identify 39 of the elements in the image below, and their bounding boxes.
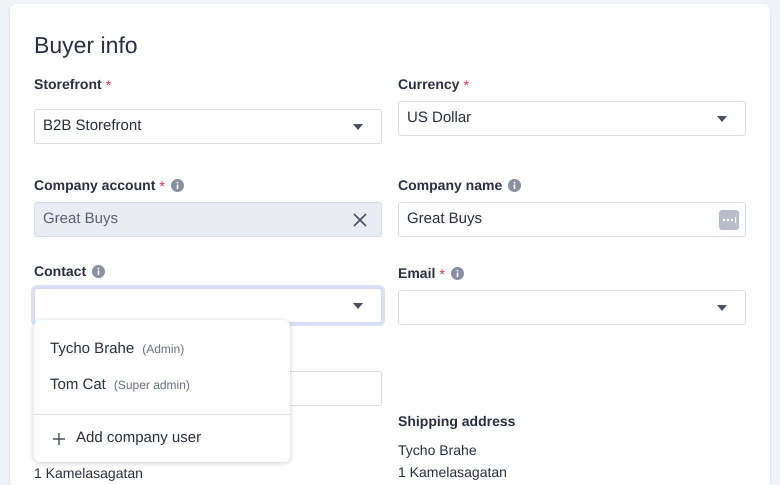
address-line: Tycho Brahe [398, 441, 478, 460]
info-icon [508, 178, 522, 192]
caret-icon [353, 124, 363, 130]
select-field[interactable]: US Dollar [398, 101, 746, 136]
contact-name: Tycho Brahe [50, 338, 134, 359]
add-user-button[interactable]: Add company user [34, 414, 290, 462]
required-mark: * [439, 265, 445, 284]
required-mark: * [159, 177, 165, 196]
caret-icon [717, 304, 727, 310]
contact-name: Tom Cat [50, 374, 106, 395]
input-field[interactable]: Great Buys [34, 202, 382, 237]
section-heading: Shipping address [398, 412, 516, 429]
address-line: 1 Kamelasagatan [34, 464, 144, 483]
field-label: Currency [398, 74, 460, 94]
address-line: 1 Kamelasagatan [398, 463, 508, 482]
field-label: Storefront [34, 74, 102, 94]
select-field[interactable] [398, 290, 746, 325]
menu-option[interactable]: Tycho Brahe (Admin) [34, 331, 290, 367]
role-label: (Admin) [142, 341, 184, 358]
required-mark: * [463, 76, 469, 95]
clear-icon[interactable] [353, 212, 367, 226]
field-label: Email [398, 264, 436, 282]
more-icon[interactable] [719, 210, 739, 230]
required-mark: * [106, 76, 112, 95]
caret-icon [717, 116, 727, 122]
field-label: Company name [398, 176, 502, 195]
field-label: Company account [34, 176, 156, 195]
info-icon [450, 266, 464, 280]
info-icon [92, 264, 106, 278]
caret-icon [353, 302, 363, 308]
field-label: Contact [34, 262, 86, 280]
select-field[interactable] [34, 288, 382, 323]
role-label: (Super admin) [114, 377, 190, 394]
menu-option[interactable]: Tom Cat (Super admin) [34, 367, 290, 403]
plus-icon [52, 432, 66, 446]
info-icon [170, 178, 184, 192]
select-field[interactable]: B2B Storefront [34, 109, 382, 144]
section-title: Buyer info [34, 31, 139, 59]
input-field[interactable]: Great Buys [398, 202, 746, 237]
